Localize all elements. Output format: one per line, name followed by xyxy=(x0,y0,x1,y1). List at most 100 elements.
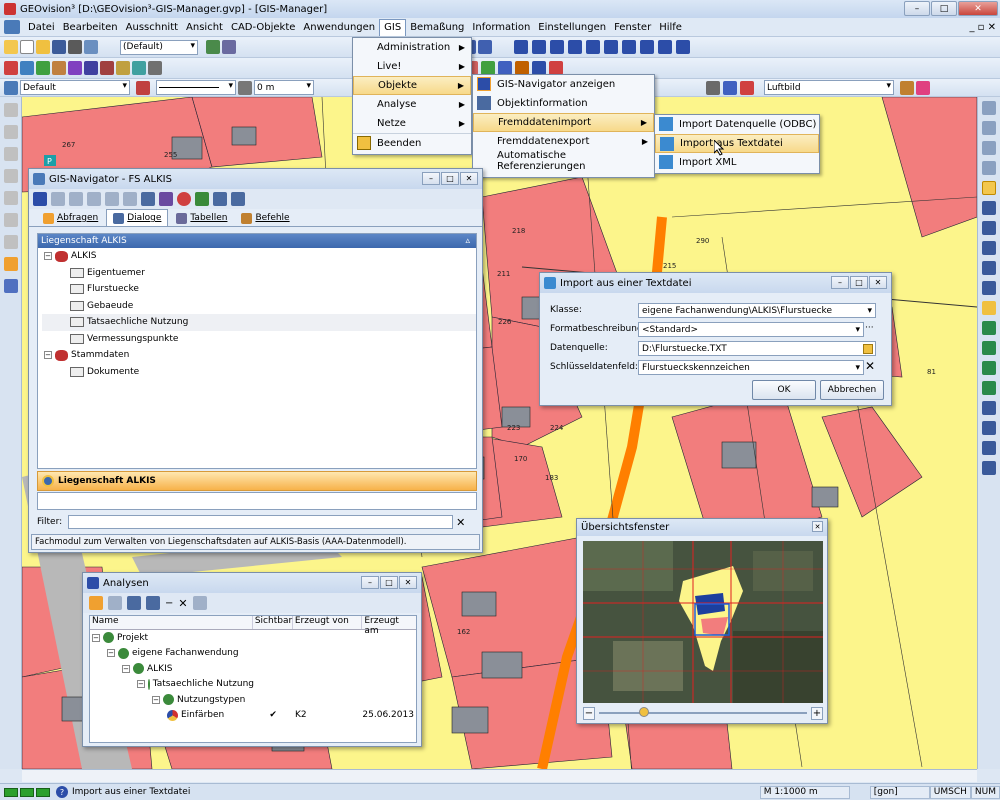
menu-item-beenden[interactable]: Beenden xyxy=(353,133,471,152)
tree-group-node[interactable]: − ALKIS xyxy=(42,248,476,265)
filter-clear-icon[interactable]: ✕ xyxy=(456,516,465,529)
nav-tool-10-icon[interactable] xyxy=(195,192,209,206)
col-erzeugt-am[interactable]: Erzeugt am xyxy=(362,616,416,636)
analyse-row[interactable]: − Tatsaechliche Nutzung xyxy=(90,677,416,693)
pencil-icon[interactable] xyxy=(4,40,18,54)
snap-5-icon[interactable] xyxy=(982,401,996,415)
tree-group-node[interactable]: − Stammdaten xyxy=(42,347,476,364)
menu-item-import-xml[interactable]: Import XML xyxy=(655,153,819,172)
raster-2-icon[interactable] xyxy=(916,80,930,95)
close-button[interactable]: ✕ xyxy=(958,1,998,16)
menu-item-fremddatenexport[interactable]: Fremddatenexport ▶ xyxy=(473,132,654,151)
edit-5-icon[interactable] xyxy=(532,61,546,75)
edit-4-icon[interactable] xyxy=(515,61,529,75)
import-minimize-button[interactable]: – xyxy=(831,276,849,289)
bar-chart-icon[interactable] xyxy=(159,192,173,206)
overview-zoom-out-button[interactable]: − xyxy=(583,706,595,720)
tree-leaf-node[interactable]: Gebaeude xyxy=(42,298,476,315)
maximize-button[interactable]: □ xyxy=(931,1,957,16)
menu-item-netze[interactable]: Netze ▶ xyxy=(353,114,471,133)
overview-zoom-slider[interactable]: − + xyxy=(583,706,823,720)
analyse-row[interactable]: − eigene Fachanwendung xyxy=(90,646,416,662)
nav-tool-5-icon[interactable] xyxy=(105,192,119,206)
analyse-props-icon[interactable] xyxy=(146,596,160,610)
nav-tool-12-icon[interactable] xyxy=(231,192,245,206)
menu-item-automatische-referenzierungen[interactable]: Automatische Referenzierungen xyxy=(473,150,654,172)
zoom-in-icon[interactable] xyxy=(982,241,996,255)
nav-tool-11-icon[interactable] xyxy=(213,192,227,206)
expand-toggle-icon[interactable]: − xyxy=(92,633,100,642)
col-erzeugt-von[interactable]: Erzeugt von xyxy=(293,616,363,629)
overview-map[interactable] xyxy=(583,541,823,703)
save-icon[interactable] xyxy=(52,40,66,54)
analysen-titlebar[interactable]: Analysen – □ ✕ xyxy=(83,573,421,593)
hatch-tool-icon[interactable] xyxy=(116,61,130,75)
circle-tool-icon[interactable] xyxy=(68,61,82,75)
gis-tool-10-icon[interactable] xyxy=(676,40,690,54)
left-tool-6-icon[interactable] xyxy=(4,213,18,227)
view-combo[interactable]: (Default) xyxy=(120,39,198,55)
snap-1-icon[interactable] xyxy=(982,321,996,335)
analyse-edit-icon[interactable] xyxy=(108,596,122,610)
overview-close-button[interactable]: ✕ xyxy=(812,521,823,532)
import-maximize-button[interactable]: □ xyxy=(850,276,868,289)
nav-tool-6-icon[interactable] xyxy=(123,192,137,206)
klasse-select[interactable]: eigene Fachanwendung\ALKIS\Flurstuecke ▾ xyxy=(638,303,876,318)
copy-icon[interactable] xyxy=(84,40,98,54)
display-1-icon[interactable] xyxy=(706,80,720,95)
text-tool-icon[interactable] xyxy=(100,61,114,75)
gis-tool-4-icon[interactable] xyxy=(568,40,582,54)
tab-abfragen[interactable]: Abfragen xyxy=(37,210,104,226)
left-tool-1-icon[interactable] xyxy=(4,103,18,117)
raster-icon[interactable] xyxy=(900,80,914,95)
edit-3-icon[interactable] xyxy=(498,61,512,75)
zoom-previous-icon[interactable] xyxy=(982,221,996,235)
analyse-list-icon[interactable] xyxy=(192,596,207,610)
menu-ansicht[interactable]: Ansicht xyxy=(182,19,227,36)
snap-6-icon[interactable] xyxy=(982,421,996,435)
pie-chart-icon[interactable] xyxy=(177,192,191,206)
edit-6-icon[interactable] xyxy=(549,61,563,75)
background-combo[interactable]: Luftbild xyxy=(764,80,894,95)
analyse-row[interactable]: − ALKIS xyxy=(90,661,416,677)
menu-gis[interactable]: GIS xyxy=(379,18,407,36)
line-tool-icon[interactable] xyxy=(4,61,18,75)
schluesseldatenfeld-select[interactable]: Flurstueckskennzeichen ▾ xyxy=(638,360,864,375)
pan-down-icon[interactable] xyxy=(982,101,996,115)
snap-4-icon[interactable] xyxy=(982,381,996,395)
menu-item-objektinformation[interactable]: Objektinformation xyxy=(473,94,654,113)
analyse-new-icon[interactable] xyxy=(89,596,103,610)
overview-titlebar[interactable]: Übersichtsfenster ✕ xyxy=(577,519,827,536)
menu-item-import-textdatei[interactable]: Import aus Textdatei xyxy=(655,134,819,153)
left-tool-7-icon[interactable] xyxy=(4,235,18,249)
layer-icon[interactable] xyxy=(206,40,220,54)
navigator-close-button[interactable]: ✕ xyxy=(460,172,478,185)
linewidth-icon[interactable] xyxy=(238,80,252,95)
snap-7-icon[interactable] xyxy=(982,441,996,455)
nav-tool-2-icon[interactable] xyxy=(51,192,65,206)
tree-leaf-node[interactable]: Eigentuemer xyxy=(42,265,476,282)
tree-leaf-node[interactable]: Flurstuecke xyxy=(42,281,476,298)
menu-item-objekte[interactable]: Objekte ▶ xyxy=(353,76,471,95)
snap-8-icon[interactable] xyxy=(982,461,996,475)
analyse-run-icon[interactable] xyxy=(127,596,141,610)
gis-tool-3-icon[interactable] xyxy=(550,40,564,54)
tree-leaf-node[interactable]: Tatsaechliche Nutzung xyxy=(42,314,476,331)
navigator-maximize-button[interactable]: □ xyxy=(441,172,459,185)
open-folder-icon[interactable] xyxy=(36,40,50,54)
filter-input[interactable] xyxy=(68,515,454,529)
menu-fenster[interactable]: Fenster xyxy=(610,19,655,36)
layer-combo[interactable]: Default xyxy=(20,80,130,95)
gis-tool-2-icon[interactable] xyxy=(532,40,546,54)
nav-tool-7-icon[interactable] xyxy=(141,192,155,206)
expand-toggle-icon[interactable]: − xyxy=(44,351,52,360)
overview-slider-thumb[interactable] xyxy=(639,707,649,717)
col-name[interactable]: Name xyxy=(90,616,253,629)
ok-button[interactable]: OK xyxy=(752,380,816,400)
pan-up-icon[interactable] xyxy=(982,141,996,155)
zoom-out-icon[interactable] xyxy=(982,261,996,275)
linetype-combo[interactable] xyxy=(156,80,236,95)
menu-item-live[interactable]: Live! ▶ xyxy=(353,57,471,76)
map-horizontal-scrollbar[interactable] xyxy=(22,769,977,782)
zoom-window-icon[interactable] xyxy=(982,181,996,195)
